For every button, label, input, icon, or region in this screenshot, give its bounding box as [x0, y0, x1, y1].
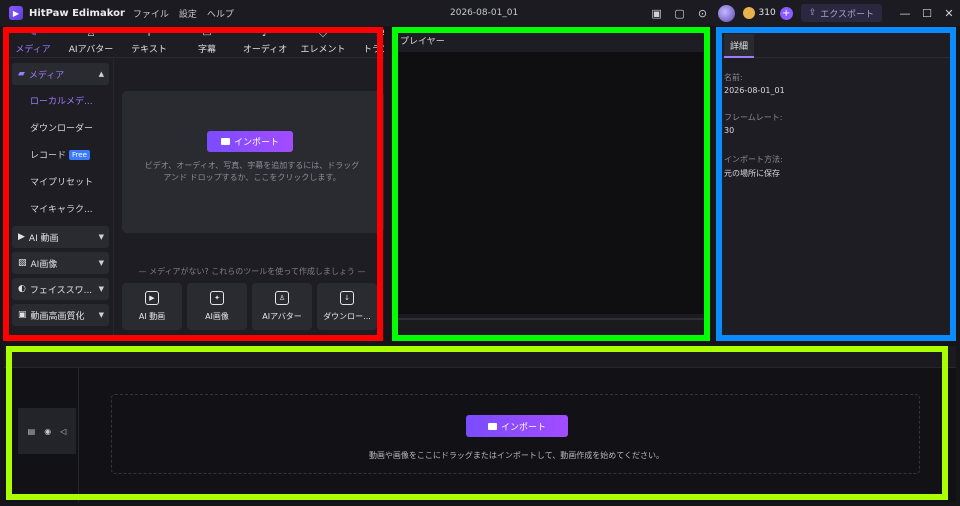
element-icon: ◇ [319, 28, 327, 39]
text-icon: T [145, 28, 153, 39]
chevron-down-icon: ▼ [98, 233, 104, 241]
minimize-icon[interactable]: — [894, 7, 916, 20]
app-logo-icon: ▶ [9, 6, 23, 20]
quick-tools: ▶ AI 動画 ✦ AI画像 ♙ AIアバター ↓ ダウンロー... [122, 283, 384, 330]
eye-icon[interactable]: ◉ [44, 427, 51, 436]
sidebar-item-local-media[interactable]: ローカルメデ... [4, 87, 113, 114]
audio-icon: ♪ [261, 28, 269, 39]
title-bar: ▶ HitPaw Edimakor ファイル 設定 ヘルプ 2026-08-01… [0, 0, 960, 26]
player-header: プレイヤー [392, 28, 710, 52]
player-controls [392, 314, 710, 340]
timeline-toolbar [4, 346, 956, 368]
coin-icon [742, 7, 755, 19]
lock-icon[interactable]: ▤ [28, 427, 36, 436]
track-divider [78, 368, 79, 502]
close-icon[interactable]: ✕ [938, 7, 960, 20]
chevron-down-icon: ▼ [98, 259, 104, 267]
timeline-import-button[interactable]: インポート [466, 415, 568, 437]
timeline-hint: 動画や画像をここにドラッグまたはインポートして、動画作成を始めてください。 [368, 451, 665, 460]
ai-video-icon: ▶ [18, 232, 25, 242]
sidebar-group-ai-video[interactable]: ▶ AI 動画 ▼ [12, 226, 109, 248]
media-sidebar: ▰ メディア ▲ ローカルメデ... ダウンローダー レコード Free マイプ… [4, 59, 114, 340]
sidebar-item-record[interactable]: レコード Free [4, 141, 113, 168]
playback-progress[interactable] [396, 318, 706, 320]
import-button[interactable]: インポート [207, 131, 293, 152]
tool-ai-avatar[interactable]: ♙ AIアバター [252, 283, 312, 330]
sidebar-item-downloader[interactable]: ダウンローダー [4, 114, 113, 141]
export-icon: ⇪ [808, 8, 817, 18]
framerate-value: 30 [724, 126, 735, 135]
name-value: 2026-08-01_01 [724, 86, 785, 95]
avatar-icon: ♙ [86, 28, 96, 39]
timeline-drop-zone[interactable]: インポート 動画や画像をここにドラッグまたはインポートして、動画作成を始めてくだ… [111, 394, 920, 474]
chevron-up-icon: ▲ [98, 70, 104, 78]
chevron-down-icon: ▼ [98, 311, 104, 319]
import-method-label: インポート方法: [724, 155, 783, 164]
avatar[interactable] [717, 4, 735, 22]
subtitle-icon: ▭ [202, 28, 212, 39]
video-enhance-icon: ▣ [18, 310, 27, 320]
download-icon: ↓ [340, 291, 354, 305]
sidebar-group-face-swap[interactable]: ◐ フェイススワ... ▼ [12, 278, 109, 300]
media-tab-bar: ✎ メディア ♙ AIアバター T テキスト ▭ 字幕 ♪ オーディオ ◇ エレ… [4, 28, 384, 58]
free-badge: Free [69, 149, 90, 160]
sidebar-item-my-presets[interactable]: マイプリセット [4, 168, 113, 195]
media-icon: ✎ [28, 28, 38, 39]
tool-ai-video[interactable]: ▶ AI 動画 [122, 283, 182, 330]
drop-hint: ビデオ、オーディオ、写真、字幕を追加するには、ドラッグ アンド ドロップするか、… [144, 161, 360, 182]
tab-audio[interactable]: ♪ オーディオ [236, 28, 294, 57]
details-panel: 詳細 名前: 2026-08-01_01 フレームレート: 30 インポート方法… [716, 28, 956, 340]
export-label: エクスポート [820, 9, 874, 20]
sidebar-group-ai-image[interactable]: ▨ AI画像 ▼ [12, 252, 109, 274]
tabs-scroll-right-icon[interactable]: › [376, 32, 380, 43]
feedback-icon[interactable]: ▢ [672, 5, 688, 21]
app-name: HitPaw Edimakor [29, 7, 125, 19]
tool-ai-image[interactable]: ✦ AI画像 [187, 283, 247, 330]
tab-text[interactable]: T テキスト [120, 28, 178, 57]
document-title: 2026-08-01_01 [450, 8, 519, 18]
folder-icon: ▰ [18, 69, 25, 79]
tab-media[interactable]: ✎ メディア [4, 28, 62, 57]
add-credits-button[interactable]: + [779, 6, 793, 20]
layout-icon[interactable]: ▣ [649, 5, 665, 21]
folder-icon [487, 422, 497, 430]
menu-bar: ファイル 設定 ヘルプ [133, 7, 234, 20]
tab-details[interactable]: 詳細 [724, 34, 754, 58]
track-header: ▤ ◉ ◁ [18, 408, 76, 454]
face-swap-icon: ◐ [18, 284, 26, 294]
chevron-down-icon: ▼ [98, 285, 104, 293]
timeline-panel: ▤ ◉ ◁ インポート 動画や画像をここにドラッグまたはインポートして、動画作成… [4, 346, 956, 502]
ai-image-icon: ✦ [210, 291, 224, 305]
download-icon[interactable]: ⊙ [695, 5, 711, 21]
framerate-label: フレームレート: [724, 113, 783, 122]
sidebar-group-media[interactable]: ▰ メディア ▲ [12, 63, 109, 85]
menu-help[interactable]: ヘルプ [207, 7, 234, 20]
ai-video-icon: ▶ [145, 291, 159, 305]
player-panel: プレイヤー [392, 28, 710, 340]
avatar-icon: ♙ [275, 291, 289, 305]
sidebar-group-video-enhance[interactable]: ▣ 動画高画質化 ▼ [12, 304, 109, 326]
ai-image-icon: ▨ [18, 258, 27, 268]
sidebar-item-my-characters[interactable]: マイキャラク... [4, 195, 113, 222]
credit-count: 310 [758, 8, 776, 18]
folder-icon [220, 138, 230, 145]
player-title: プレイヤー [400, 36, 445, 47]
menu-settings[interactable]: 設定 [179, 7, 197, 20]
speaker-icon[interactable]: ◁ [60, 427, 66, 436]
tab-ai-avatar[interactable]: ♙ AIアバター [62, 28, 120, 57]
tab-element[interactable]: ◇ エレメント [294, 28, 352, 57]
maximize-icon[interactable]: ☐ [916, 7, 938, 20]
tools-hint: — メディアがない? これらのツールを使って作成しましょう — [138, 267, 366, 276]
tool-downloader[interactable]: ↓ ダウンロー... [317, 283, 377, 330]
media-panel: ✎ メディア ♙ AIアバター T テキスト ▭ 字幕 ♪ オーディオ ◇ エレ… [4, 28, 384, 340]
tab-subtitle[interactable]: ▭ 字幕 [178, 28, 236, 57]
media-drop-zone[interactable]: インポート ビデオ、オーディオ、写真、字幕を追加するには、ドラッグ アンド ドロ… [122, 91, 384, 233]
import-method-value: 元の場所に保存 [724, 169, 780, 178]
menu-file[interactable]: ファイル [133, 7, 169, 20]
player-preview[interactable] [392, 52, 710, 314]
name-label: 名前: [724, 73, 743, 82]
export-button[interactable]: ⇪ エクスポート [800, 4, 882, 22]
